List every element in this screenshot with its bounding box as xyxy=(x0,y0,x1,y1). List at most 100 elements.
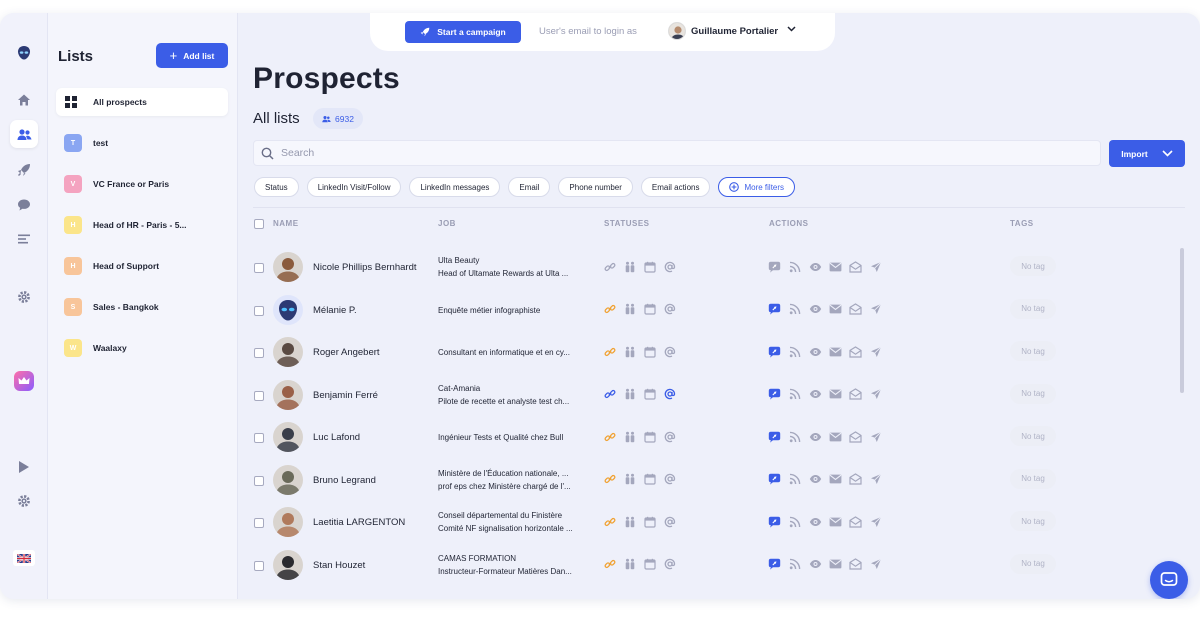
column-header-name[interactable]: NAME xyxy=(273,219,299,228)
calendar-icon[interactable] xyxy=(643,303,656,316)
tag-badge[interactable]: No tag xyxy=(1010,341,1056,361)
tag-badge[interactable]: No tag xyxy=(1010,426,1056,446)
link-icon[interactable] xyxy=(603,515,616,528)
linkedin-message-icon[interactable] xyxy=(768,388,781,401)
rss-follow-icon[interactable] xyxy=(788,515,801,528)
table-row[interactable]: Luc Lafond Ingénieur Tests et Qualité che… xyxy=(250,416,1180,458)
more-filters-button[interactable]: More filters xyxy=(718,177,796,197)
at-sign-icon[interactable] xyxy=(663,388,676,401)
people-icon[interactable] xyxy=(623,260,636,273)
row-checkbox[interactable] xyxy=(254,560,264,571)
row-checkbox[interactable] xyxy=(254,305,264,316)
eye-visit-icon[interactable] xyxy=(809,345,822,358)
alien-logo-icon[interactable] xyxy=(12,41,36,65)
eye-visit-icon[interactable] xyxy=(809,430,822,443)
table-scrollbar[interactable] xyxy=(1180,248,1184,393)
list-item[interactable]: S Sales - Bangkok xyxy=(56,293,228,321)
email-open-icon[interactable] xyxy=(849,303,862,316)
link-icon[interactable] xyxy=(603,430,616,443)
list-item[interactable]: All prospects xyxy=(56,88,228,116)
linkedin-message-icon[interactable] xyxy=(768,473,781,486)
email-open-icon[interactable] xyxy=(849,473,862,486)
linkedin-message-icon[interactable] xyxy=(768,345,781,358)
send-icon[interactable] xyxy=(869,388,882,401)
tag-badge[interactable]: No tag xyxy=(1010,383,1056,404)
send-icon[interactable] xyxy=(869,515,882,528)
gear-icon[interactable] xyxy=(12,285,36,309)
link-icon[interactable] xyxy=(603,345,616,358)
email-icon[interactable] xyxy=(829,388,842,401)
linkedin-message-icon[interactable] xyxy=(768,515,781,528)
at-sign-icon[interactable] xyxy=(663,558,676,571)
email-icon[interactable] xyxy=(829,473,842,486)
email-open-icon[interactable] xyxy=(849,388,862,401)
user-name[interactable]: Guillaume Portalier xyxy=(691,26,778,37)
rocket-icon[interactable] xyxy=(12,158,36,182)
prospect-name[interactable]: Luc Lafond xyxy=(313,432,360,443)
import-button[interactable]: Import xyxy=(1109,140,1185,167)
calendar-icon[interactable] xyxy=(643,345,656,358)
prospect-name[interactable]: Nicole Phillips Bernhardt xyxy=(313,262,417,273)
email-open-icon[interactable] xyxy=(849,558,862,571)
people-icon[interactable] xyxy=(623,388,636,401)
prospect-name[interactable]: Benjamin Ferré xyxy=(313,390,378,401)
chevron-down-icon[interactable] xyxy=(787,24,796,34)
people-icon[interactable] xyxy=(623,345,636,358)
search-bar[interactable] xyxy=(253,140,1101,166)
avatar[interactable] xyxy=(273,464,303,495)
avatar[interactable] xyxy=(273,252,303,282)
people-icon[interactable] xyxy=(623,430,636,443)
user-avatar[interactable] xyxy=(668,22,686,40)
email-icon[interactable] xyxy=(829,430,842,443)
prospect-name[interactable]: Roger Angebert xyxy=(313,347,380,358)
tag-badge[interactable]: No tag xyxy=(1010,553,1056,574)
send-icon[interactable] xyxy=(869,473,882,486)
login-as-input[interactable]: User's email to login as xyxy=(539,26,637,37)
calendar-icon[interactable] xyxy=(643,558,656,571)
filter-chip[interactable]: LinkedIn messages xyxy=(409,177,501,197)
calendar-icon[interactable] xyxy=(643,260,656,273)
send-icon[interactable] xyxy=(869,303,882,316)
list-item[interactable]: W Waalaxy xyxy=(56,334,228,362)
users-icon[interactable] xyxy=(10,120,38,148)
eye-visit-icon[interactable] xyxy=(809,558,822,571)
home-icon[interactable] xyxy=(12,88,36,112)
avatar[interactable] xyxy=(273,549,303,580)
list-item[interactable]: Ttest xyxy=(56,129,228,157)
rss-follow-icon[interactable] xyxy=(788,558,801,571)
linkedin-message-icon[interactable] xyxy=(768,558,781,571)
people-icon[interactable] xyxy=(623,303,636,316)
link-icon[interactable] xyxy=(603,260,616,273)
play-icon[interactable] xyxy=(12,455,36,479)
at-sign-icon[interactable] xyxy=(663,303,676,316)
linkedin-message-icon[interactable] xyxy=(768,303,781,316)
list-item[interactable]: V VC France or Paris xyxy=(56,170,228,198)
at-sign-icon[interactable] xyxy=(663,345,676,358)
tag-badge[interactable]: No tag xyxy=(1010,256,1056,276)
row-checkbox[interactable] xyxy=(254,433,264,443)
calendar-icon[interactable] xyxy=(643,388,656,401)
chat-icon[interactable] xyxy=(12,193,36,217)
email-icon[interactable] xyxy=(829,558,842,571)
at-sign-icon[interactable] xyxy=(663,515,676,528)
avatar[interactable] xyxy=(273,337,303,367)
eye-visit-icon[interactable] xyxy=(809,515,822,528)
at-sign-icon[interactable] xyxy=(663,260,676,273)
rss-follow-icon[interactable] xyxy=(788,303,801,316)
linkedin-message-icon[interactable] xyxy=(768,430,781,443)
table-row[interactable]: Nicole Phillips Bernhardt Ulta Beauty Head… xyxy=(250,246,1180,288)
eye-visit-icon[interactable] xyxy=(809,473,822,486)
filter-icon[interactable] xyxy=(12,227,36,251)
row-checkbox[interactable] xyxy=(254,475,264,486)
email-open-icon[interactable] xyxy=(849,260,862,273)
prospect-name[interactable]: Laetitia LARGENTON xyxy=(313,517,405,528)
prospect-name[interactable]: Mélanie P. xyxy=(313,305,357,316)
avatar[interactable] xyxy=(273,507,303,537)
send-icon[interactable] xyxy=(869,558,882,571)
calendar-icon[interactable] xyxy=(643,473,656,486)
link-icon[interactable] xyxy=(603,473,616,486)
filter-chip[interactable]: Email actions xyxy=(640,177,711,197)
people-icon[interactable] xyxy=(623,558,636,571)
table-row[interactable]: Benjamin Ferré Cat-Amania Pilote de recett… xyxy=(250,374,1180,416)
table-row[interactable]: Bruno Legrand Ministère de l'Éducation na… xyxy=(250,459,1180,501)
